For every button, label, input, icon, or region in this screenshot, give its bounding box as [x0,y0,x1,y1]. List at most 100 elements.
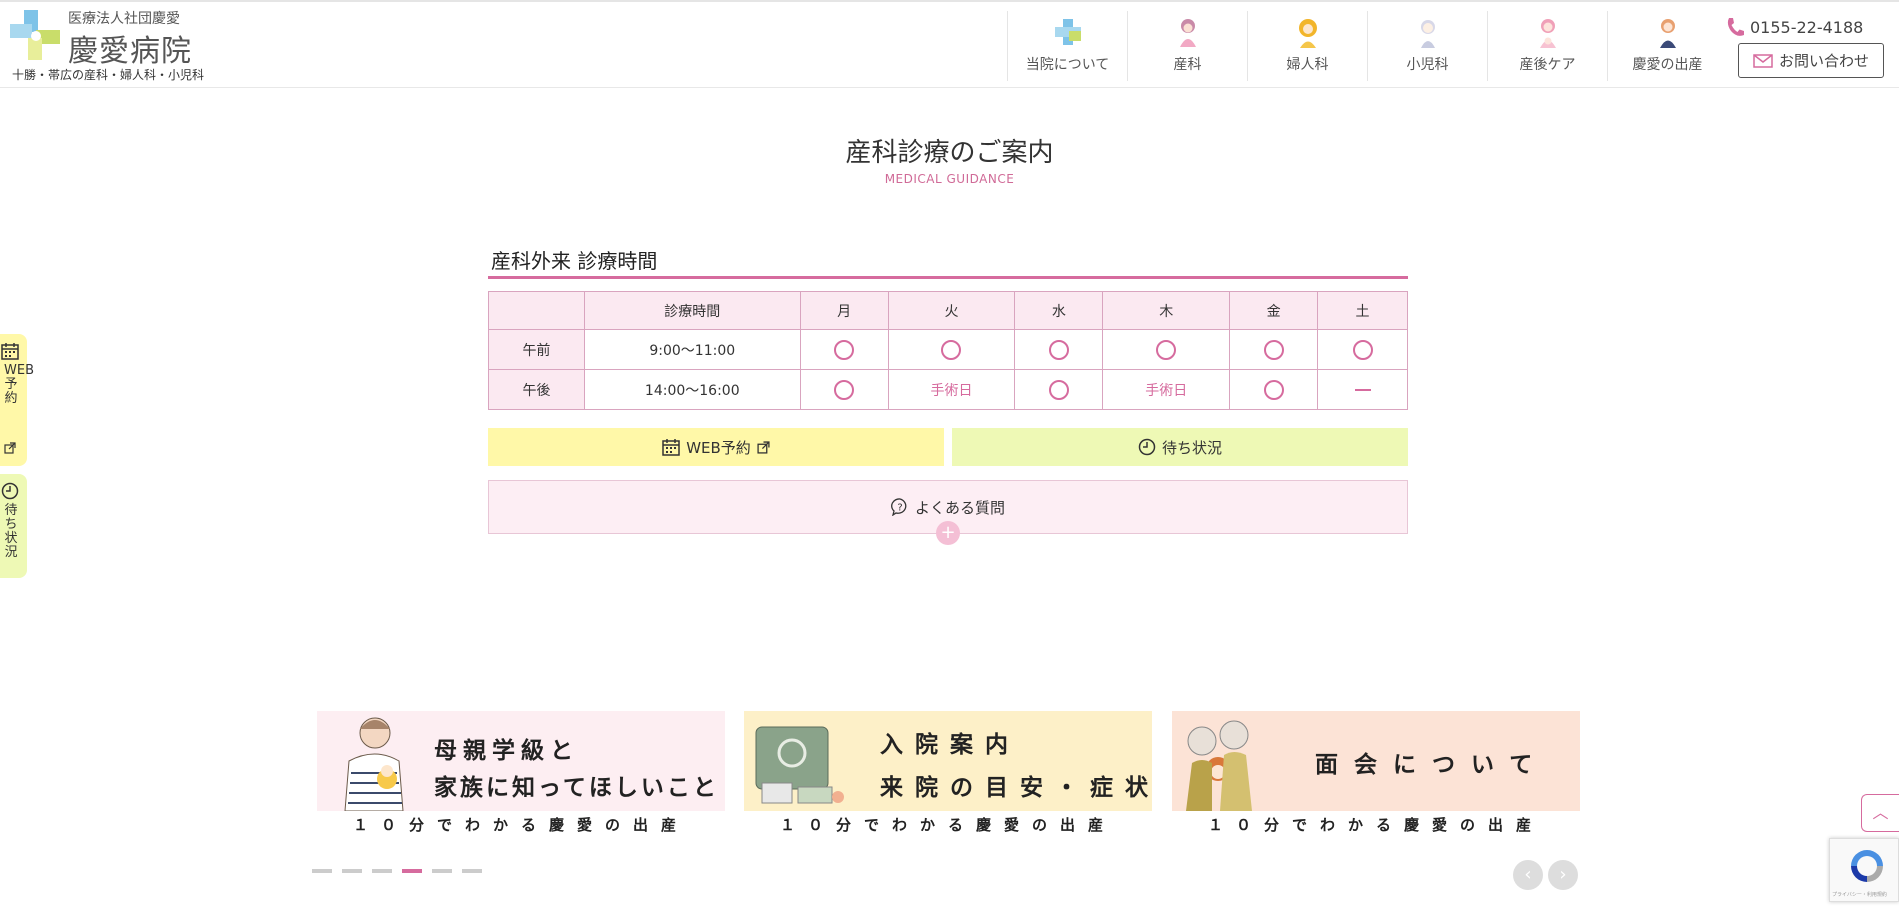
header-cell: 水 [1014,291,1104,330]
schedule-cell [1014,329,1104,370]
site-header: 医療法人社団慶愛 慶愛病院 十勝・帯広の産科・婦人科・小児科 当院について 産科… [0,0,1899,88]
hospital-cross-icon [1055,19,1081,45]
time-cell: 9:00〜11:00 [583,329,801,370]
hospital-bag-illustration [755,726,844,804]
schedule-cell [1014,369,1104,410]
table-row: 午後 14:00〜16:00 手術日 手術日 [488,369,1408,410]
logo-cross-icon [10,10,60,60]
calendar-icon [1,343,19,360]
wait-status-label: 待ち状況 [1161,438,1222,457]
carousel-dot[interactable] [462,869,482,873]
nav-label: 小児科 [1406,57,1449,73]
available-circle-icon [1156,339,1177,360]
side-tab-label: 待ち状況 [4,503,18,560]
banner-line2: 家族に知ってほしいこと [434,775,719,801]
woman-icon [1299,19,1317,48]
side-tab-wait-status[interactable]: 待ち状況 [0,474,27,578]
phone-number: 0155-22-4188 [1750,17,1864,37]
available-circle-icon [1263,339,1284,360]
web-reserve-label: WEB予約 [686,438,751,457]
nav-label: 慶愛の出産 [1632,57,1703,73]
phone-link[interactable]: 0155-22-4188 [1726,17,1863,37]
banner-line2: 来院の目安・症状 [880,775,1160,801]
plus-icon[interactable]: + [936,521,960,545]
scroll-to-top-button[interactable]: ︿ [1861,794,1899,832]
calendar-icon [662,439,680,456]
carousel-dot[interactable] [402,869,422,873]
available-circle-icon [941,339,962,360]
schedule-table: 診療時間 月 火 水 木 金 土 午前 9:00〜11:00 午後 14:00〜16:… [488,291,1408,410]
svg-text:?: ? [897,503,902,514]
section-title: 産科診療のご案内 [845,138,1054,168]
phone-icon [1727,18,1744,36]
pregnant-woman-icon [1180,19,1196,47]
nav-item-pediatrics[interactable]: 小児科 [1367,11,1487,81]
nav-label: 当院について [1025,57,1110,73]
recaptcha-badge[interactable]: プライバシー・利用規約 [1829,838,1899,902]
contact-button[interactable]: お問い合わせ [1738,43,1884,78]
logo-subtitle: 医療法人社団慶愛 [68,11,180,27]
mother-holding-baby-illustration [344,717,404,811]
banner-admission-guide[interactable]: 入院案内 来院の目安・症状 [744,711,1152,811]
clock-icon [1,482,19,500]
recaptcha-terms: プライバシー・利用規約 [1832,892,1887,898]
logo-tagline: 十勝・帯広の産科・婦人科・小児科 [12,68,205,82]
banner-line1: 面会について [1315,752,1549,778]
mother-baby-icon [1540,19,1556,48]
available-circle-icon [834,339,855,360]
carousel-prev-button[interactable]: ‹ [1513,860,1543,890]
side-tab-label: WEB予約 [4,363,34,406]
schedule-cell [799,369,889,410]
schedule-cell [1317,329,1408,370]
side-tab-web-reserve[interactable]: WEB予約 [0,334,34,466]
available-circle-icon [834,379,855,400]
carousel-dot[interactable] [342,869,362,873]
carousel-dot[interactable] [372,869,392,873]
main-nav: 当院について 産科 婦人科 小児科 産後ケア 慶愛の出産 [1007,11,1727,81]
wait-status-button[interactable]: 待ち状況 [952,428,1408,466]
available-circle-icon [1048,379,1069,400]
banner-visiting[interactable]: 面会について [1172,711,1580,811]
clock-icon [1138,438,1156,456]
nav-item-gynecology[interactable]: 婦人科 [1247,11,1367,81]
family-illustration [1186,720,1252,811]
table-row: 午前 9:00〜11:00 [488,329,1408,370]
nav-label: 婦人科 [1286,57,1329,73]
carousel-dot[interactable] [432,869,452,873]
banner-caption: １０分でわかる慶愛の出産 [779,816,1116,834]
nav-item-obstetrics[interactable]: 産科 [1127,11,1247,81]
banner-caption: １０分でわかる慶愛の出産 [352,816,689,834]
header-cell: 月 [799,291,889,330]
nav-item-about[interactable]: 当院について [1007,11,1127,81]
carousel-dot[interactable] [312,869,332,873]
period-label: 午前 [488,329,585,370]
external-link-icon [4,442,16,454]
available-circle-icon [1048,339,1069,360]
site-logo[interactable]: 医療法人社団慶愛 慶愛病院 十勝・帯広の産科・婦人科・小児科 [10,8,210,84]
contact-label: お問い合わせ [1778,52,1869,70]
period-label: 午後 [488,369,585,410]
closed-dash-icon [1354,388,1371,391]
schedule-cell [1102,329,1231,370]
header-cell: 土 [1317,291,1408,330]
carousel-pagination [312,869,482,873]
schedule-cell: 手術日 [887,369,1016,410]
header-cell: 木 [1102,291,1231,330]
faq-label: よくある質問 [914,498,1005,517]
carousel-next-button[interactable]: › [1548,860,1578,890]
time-cell: 14:00〜16:00 [583,369,801,410]
schedule-cell: 手術日 [1102,369,1231,410]
web-reserve-button[interactable]: WEB予約 [488,428,944,466]
available-circle-icon [1352,339,1373,360]
table-header-row: 診療時間 月 火 水 木 金 土 [488,291,1408,330]
header-cell: 金 [1229,291,1319,330]
nav-item-postnatal[interactable]: 産後ケア [1487,11,1607,81]
surgery-day-label: 手術日 [930,382,973,399]
nav-item-birth[interactable]: 慶愛の出産 [1607,11,1727,81]
recaptcha-icon [1851,850,1883,882]
schedule-cell [1317,369,1408,410]
schedule-cell [1229,329,1319,370]
banner-line1: 母親学級と [434,738,579,764]
banner-maternity-class[interactable]: 母親学級と 家族に知ってほしいこと [317,711,725,811]
logo-title: 慶愛病院 [68,34,192,69]
